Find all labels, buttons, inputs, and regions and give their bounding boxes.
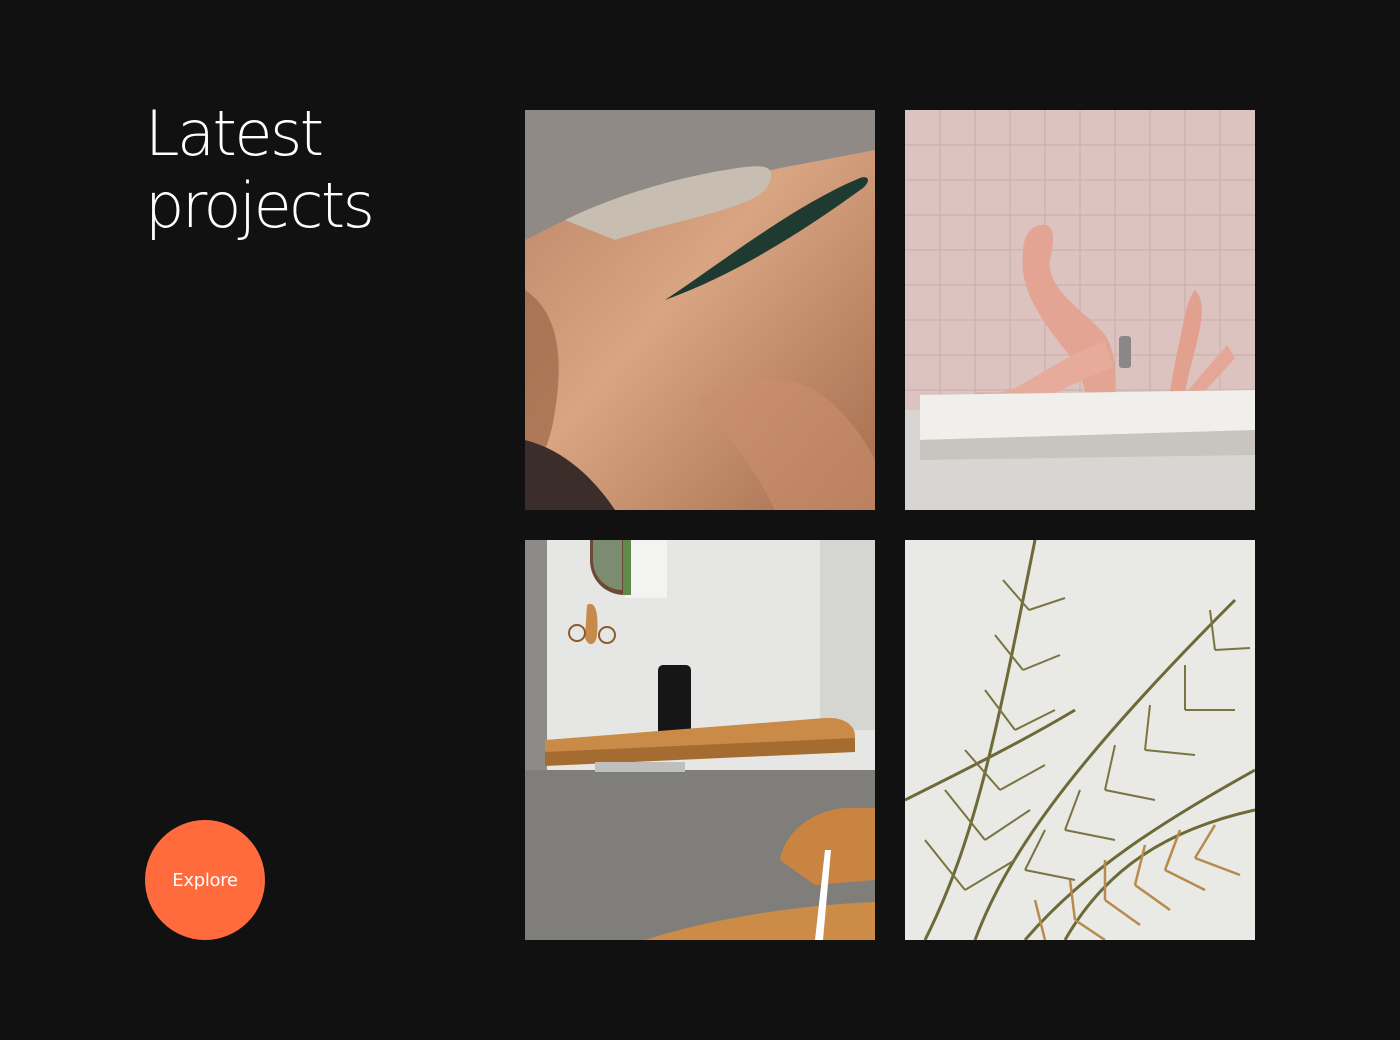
- project-tile-4[interactable]: [905, 540, 1255, 940]
- skin-leaf-image: [525, 110, 875, 510]
- section-title-line-2: projects: [145, 169, 375, 242]
- project-tile-2[interactable]: [905, 110, 1255, 510]
- explore-button[interactable]: Explore: [145, 820, 265, 940]
- project-tile-1[interactable]: [525, 110, 875, 510]
- bathtub-legs-image: [905, 110, 1255, 510]
- project-tile-3[interactable]: [525, 540, 875, 940]
- section-title: Latest projects: [145, 97, 375, 242]
- palm-leaves-image: [905, 540, 1255, 940]
- desk-shelf-image: [525, 540, 875, 940]
- section-title-line-1: Latest: [145, 97, 324, 170]
